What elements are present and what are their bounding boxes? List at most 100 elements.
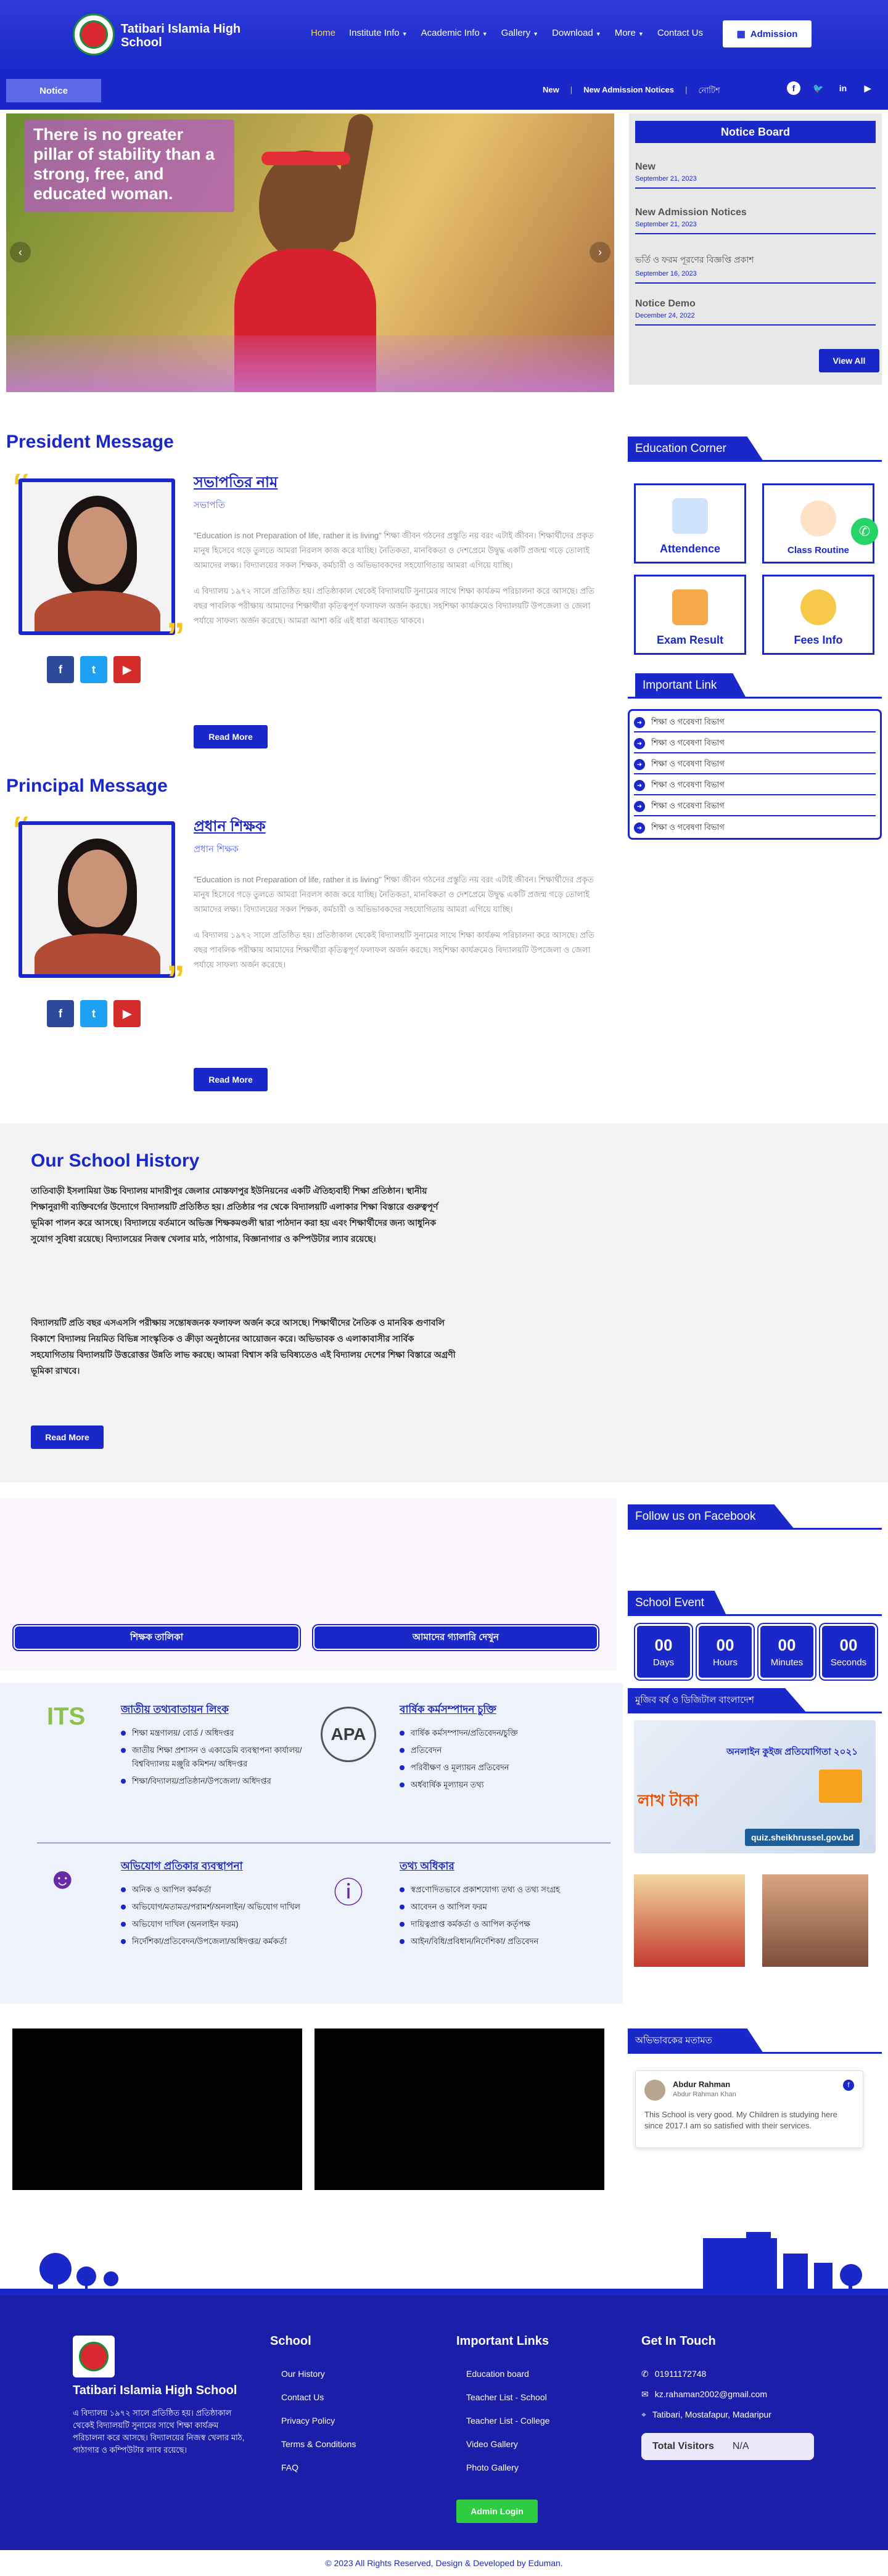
- service-link[interactable]: জাতীয় শিক্ষা প্রশাসন ও একাডেমি ব্যবস্থা…: [121, 1744, 306, 1771]
- quiz-banner[interactable]: অনলাইন কুইজ প্রতিযোগিতা ২০২১ লাখ টাকা qu…: [634, 1720, 876, 1853]
- quiz-label: অনলাইন কুইজ প্রতিযোগিতা ২০২১: [726, 1747, 858, 1757]
- important-link-item[interactable]: ➜ শিক্ষা ও গবেষণা বিভাগ: [634, 735, 876, 753]
- youtube-icon[interactable]: ▶: [113, 1000, 141, 1027]
- arrow-right-icon: ➜: [634, 717, 645, 728]
- video-player[interactable]: [12, 2028, 302, 2190]
- notice-item[interactable]: New September 21, 2023: [635, 162, 876, 189]
- contact-phone[interactable]: 01911172748: [655, 2369, 707, 2379]
- service-link[interactable]: শিক্ষা/বিদ্যালয়/প্রতিষ্ঠান/উপজেলা/ অধিদ…: [121, 1774, 306, 1788]
- service-link[interactable]: পরিবীক্ষণ ও মূল্যায়ন প্রতিবেদন: [400, 1761, 597, 1774]
- important-link-item[interactable]: ➜ শিক্ষা ও গবেষণা বিভাগ: [634, 798, 876, 816]
- school-event-title: School Event: [628, 1591, 726, 1615]
- attendance-card[interactable]: Attendence: [634, 483, 746, 564]
- notice-item[interactable]: New Admission Notices September 21, 2023: [635, 207, 876, 234]
- footer-link[interactable]: Our History: [281, 2369, 356, 2379]
- service-link[interactable]: অভিযোগ/মতামত/পরামর্শ/অনলাইন/ অভিযোগ দাখি…: [121, 1900, 306, 1914]
- footer-link[interactable]: Teacher List - College: [466, 2416, 549, 2426]
- brand-name[interactable]: Tatibari Islamia High School: [121, 22, 269, 49]
- result-icon: [672, 589, 708, 625]
- nav-contact-us[interactable]: Contact Us: [657, 28, 703, 38]
- important-link-item[interactable]: ➜ শিক্ষা ও গবেষণা বিভাগ: [634, 819, 876, 837]
- service-title[interactable]: জাতীয় তথ্যবাতায়ন লিংক: [121, 1702, 306, 1719]
- service-link[interactable]: দায়িত্বপ্রাপ্ত কর্মকর্তা ও আপিল কর্তৃপক…: [400, 1918, 597, 1931]
- main-nav: Home Institute Info ▼ Academic Info ▼ Gall…: [311, 28, 703, 38]
- view-all-button[interactable]: View All: [819, 349, 879, 372]
- hero-slider[interactable]: There is no greater pillar of stability …: [6, 113, 614, 392]
- footer-link[interactable]: Photo Gallery: [466, 2463, 549, 2472]
- president-name: সভাপতির নাম: [194, 474, 278, 491]
- service-link[interactable]: আবেদন ও আপিল ফরম: [400, 1900, 597, 1914]
- nav-download[interactable]: Download ▼: [552, 28, 601, 38]
- service-link[interactable]: প্রতিবেদন: [400, 1744, 597, 1757]
- nav-academic-info[interactable]: Academic Info ▼: [421, 28, 488, 38]
- important-link-item[interactable]: ➜ শিক্ষা ও গবেষণা বিভাগ: [634, 756, 876, 774]
- service-link[interactable]: অর্ধবার্ষিক মূল্যায়ন তথ্য: [400, 1778, 597, 1792]
- principal-read-more-button[interactable]: Read More: [194, 1068, 268, 1091]
- service-link[interactable]: স্বপ্রণোদিতভাবে প্রকাশযোগ্য তথ্য ও তথ্য …: [400, 1883, 597, 1897]
- ticker-item[interactable]: New Admission Notices: [583, 85, 674, 98]
- important-link-item[interactable]: ➜ শিক্ষা ও গবেষণা বিভাগ: [634, 777, 876, 795]
- youtube-icon[interactable]: ▶: [861, 81, 874, 95]
- nav-home[interactable]: Home: [311, 28, 335, 38]
- school-logo[interactable]: [73, 14, 115, 55]
- footer-logo[interactable]: [73, 2336, 115, 2377]
- important-link-item[interactable]: ➜ শিক্ষা ও গবেষণা বিভাগ: [634, 714, 876, 732]
- service-block: বার্ষিক কর্মসম্পাদন চুক্তি বার্ষিক কর্মস…: [400, 1702, 597, 1795]
- testimonial-card: Abdur Rahman Abdur Rahman Khan f This Sc…: [635, 2070, 863, 2148]
- service-link[interactable]: অভিযোগ দাখিল (অনলাইন ফরম): [121, 1918, 306, 1931]
- admin-login-button[interactable]: Admin Login: [456, 2500, 538, 2523]
- ticker-item[interactable]: নোটিশ: [698, 85, 720, 98]
- linkedin-icon[interactable]: in: [836, 81, 850, 95]
- twitter-icon[interactable]: 🐦: [812, 81, 825, 95]
- slider-next-arrow-icon[interactable]: ›: [590, 242, 610, 263]
- nav-more[interactable]: More ▼: [615, 28, 644, 38]
- history-read-more-button[interactable]: Read More: [31, 1425, 104, 1449]
- slider-prev-arrow-icon[interactable]: ‹: [10, 242, 31, 263]
- service-link[interactable]: বার্ষিক কর্মসম্পাদন/প্রতিবেদন/চুক্তি: [400, 1726, 597, 1740]
- whatsapp-icon[interactable]: ✆: [851, 518, 878, 545]
- twitter-icon[interactable]: t: [80, 1000, 107, 1027]
- footer-link[interactable]: FAQ: [281, 2463, 356, 2472]
- president-read-more-button[interactable]: Read More: [194, 725, 268, 749]
- footer-link[interactable]: Privacy Policy: [281, 2416, 356, 2426]
- admission-button[interactable]: ▦ Admission: [723, 20, 812, 47]
- facebook-title: Follow us on Facebook: [628, 1504, 794, 1529]
- nav-institute-info[interactable]: Institute Info ▼: [349, 28, 408, 38]
- service-link[interactable]: নির্দেশিকা/প্রতিবেদন/উপজেলা/অধিদপ্তর/ কর…: [121, 1935, 306, 1948]
- facebook-icon[interactable]: f: [47, 656, 74, 683]
- nav-gallery[interactable]: Gallery ▼: [501, 28, 538, 38]
- notice-item[interactable]: ভর্তি ও ফরম পূরণের বিজ্ঞপ্তি প্রকাশ Septe…: [635, 253, 876, 284]
- footer-link[interactable]: Video Gallery: [466, 2439, 549, 2449]
- divider: [628, 2052, 882, 2054]
- service-link[interactable]: অনিক ও আপিল কর্মকর্তা: [121, 1883, 306, 1897]
- youtube-icon[interactable]: ▶: [113, 656, 141, 683]
- exam-result-card[interactable]: Exam Result: [634, 575, 746, 655]
- footer-link[interactable]: Education board: [466, 2369, 549, 2379]
- service-title[interactable]: অভিযোগ প্রতিকার ব্যবস্থাপনা: [121, 1858, 306, 1876]
- facebook-icon[interactable]: f: [787, 81, 800, 95]
- service-link[interactable]: আইন/বিধি/প্রবিধান/নির্দেশিকা/ প্রতিবেদন: [400, 1935, 597, 1948]
- portrait-image[interactable]: [762, 1874, 868, 1967]
- notice-item[interactable]: Notice Demo December 24, 2022: [635, 298, 876, 326]
- fees-info-card[interactable]: Fees Info: [762, 575, 874, 655]
- teacher-list-button[interactable]: শিক্ষক তালিকা: [14, 1625, 300, 1650]
- visitors-label: Total Visitors: [652, 2441, 714, 2451]
- service-link[interactable]: শিক্ষা মন্ত্রণালয়/ বোর্ড / অধিদপ্তর: [121, 1726, 306, 1740]
- service-title[interactable]: বার্ষিক কর্মসম্পাদন চুক্তি: [400, 1702, 597, 1719]
- divider: [628, 1712, 882, 1713]
- video-player[interactable]: [314, 2028, 604, 2190]
- footer-contact: ✆ 01911172748 ✉ kz.rahaman2002@gmail.com ⌖…: [641, 2369, 771, 2420]
- principal-socials: f t ▶: [47, 1000, 141, 1027]
- contact-email[interactable]: kz.rahaman2002@gmail.com: [655, 2389, 767, 2400]
- facebook-icon[interactable]: f: [843, 2080, 854, 2091]
- mujib-poster-image[interactable]: [634, 1874, 745, 1967]
- gallery-button[interactable]: আমাদের গ্যালারি দেখুন: [313, 1625, 598, 1650]
- ticker-item[interactable]: New: [543, 85, 559, 98]
- president-socials: f t ▶: [47, 656, 141, 683]
- footer-link[interactable]: Teacher List - School: [466, 2392, 549, 2402]
- footer-link[interactable]: Terms & Conditions: [281, 2439, 356, 2449]
- facebook-icon[interactable]: f: [47, 1000, 74, 1027]
- footer-link[interactable]: Contact Us: [281, 2392, 356, 2402]
- twitter-icon[interactable]: t: [80, 656, 107, 683]
- service-title[interactable]: তথ্য অধিকার: [400, 1858, 597, 1876]
